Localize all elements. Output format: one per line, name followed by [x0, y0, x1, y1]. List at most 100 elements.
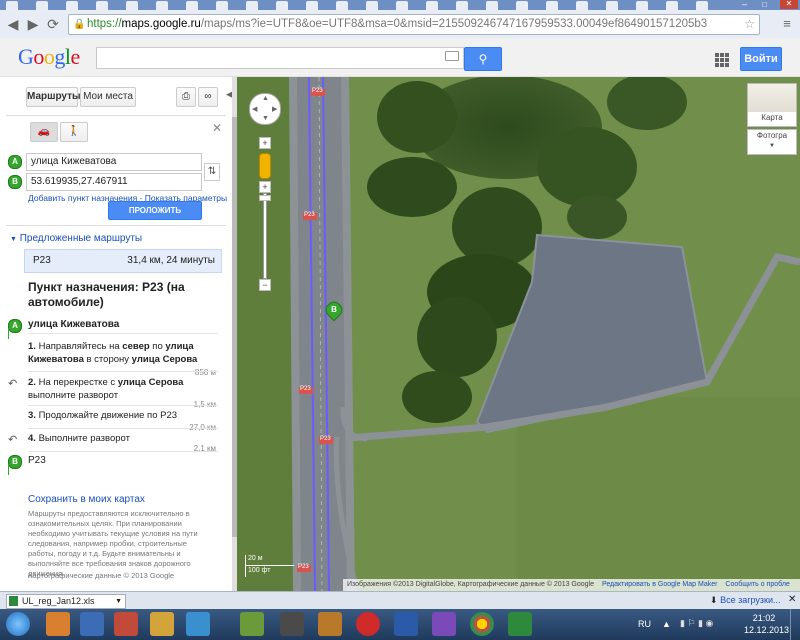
save-to-my-maps-link[interactable]: Сохранить в моих картах — [28, 494, 145, 505]
back-icon[interactable]: ◀ — [4, 15, 22, 33]
print-icon[interactable]: ⎙ — [176, 87, 196, 107]
pan-down-icon[interactable]: ▼ — [262, 115, 269, 122]
tab-favicon[interactable] — [216, 1, 228, 10]
clock[interactable]: 21:02 12.12.2013 — [744, 612, 789, 636]
map-canvas[interactable]: P23 P23 P23 P23 P23 B ▲ ▼ ◀ ▶ + + − Карт… — [237, 77, 800, 591]
opera-icon[interactable] — [356, 612, 380, 636]
tab-favicon[interactable] — [66, 1, 78, 10]
map-type-map-button[interactable]: Карта — [747, 83, 797, 127]
suggested-routes-header[interactable]: ▼ Предложенные маршруты — [10, 233, 142, 244]
tab-directions[interactable]: Маршруты — [26, 87, 81, 107]
close-icon[interactable]: ✕ — [212, 121, 222, 135]
tab-favicon[interactable] — [186, 1, 198, 10]
taskbar-app-icon[interactable] — [150, 612, 174, 636]
from-field[interactable]: улица Кижеватова — [26, 153, 202, 171]
zoom-slider-track[interactable] — [263, 193, 267, 279]
zoom-out-icon[interactable]: − — [259, 279, 271, 291]
tab-favicon[interactable] — [6, 1, 18, 10]
tab-my-places[interactable]: Мои места — [80, 87, 136, 107]
zoom-slider-thumb[interactable] — [259, 195, 271, 201]
excel-icon[interactable] — [508, 612, 532, 636]
address-bar[interactable]: 🔒 https://maps.google.ru/maps/ms?ie=UTF8… — [68, 14, 760, 35]
reload-icon[interactable]: ⟳ — [44, 15, 62, 33]
star-icon[interactable]: ☆ — [744, 15, 755, 34]
keyboard-icon[interactable] — [445, 51, 459, 61]
tab-favicon[interactable] — [96, 1, 108, 10]
minimize-icon[interactable]: – — [742, 0, 747, 9]
walk-mode-button[interactable]: 🚶 — [60, 122, 88, 142]
step-bold: улица Серова — [131, 354, 198, 365]
tab-favicon[interactable] — [606, 1, 618, 10]
search-input[interactable] — [96, 47, 464, 69]
google-logo[interactable]: Google — [18, 44, 80, 70]
start-button-icon[interactable] — [6, 612, 30, 636]
report-problem-link[interactable]: Сообщить о пробле — [725, 581, 789, 588]
tray-icons[interactable]: ▮ ⚐ ▮ ◉ — [680, 618, 730, 630]
close-download-bar-icon[interactable]: ✕ — [788, 594, 796, 605]
apps-grid-icon[interactable] — [715, 53, 729, 67]
tab-favicon[interactable] — [576, 1, 588, 10]
forward-icon[interactable]: ▶ — [24, 15, 42, 33]
browser-tab-strip: – □ ✕ — [0, 0, 800, 10]
chevron-down-icon[interactable]: ▼ — [115, 595, 122, 608]
link-icon[interactable]: ∞ — [198, 87, 218, 107]
direction-step[interactable]: 4. Выполните разворот — [28, 432, 198, 445]
pegman-icon[interactable] — [259, 153, 271, 179]
word-icon[interactable] — [394, 612, 418, 636]
tab-favicon[interactable] — [366, 1, 378, 10]
tab-favicon[interactable] — [486, 1, 498, 10]
tab-favicon[interactable] — [666, 1, 678, 10]
tab-favicon[interactable] — [516, 1, 528, 10]
language-indicator[interactable]: RU — [638, 619, 651, 629]
taskbar-app-icon[interactable] — [432, 612, 456, 636]
zoom-slider-plus-icon[interactable]: + — [259, 181, 271, 193]
tab-favicon[interactable] — [696, 1, 708, 10]
tab-favicon[interactable] — [426, 1, 438, 10]
route-option[interactable]: P23 31,4 км, 24 минуты — [24, 249, 222, 273]
direction-step[interactable]: 3. Продолжайте движение по P23 — [28, 409, 198, 422]
taskbar-app-icon[interactable] — [240, 612, 264, 636]
show-desktop-button[interactable] — [790, 609, 800, 640]
chevron-down-icon[interactable]: ▼ — [748, 142, 796, 150]
tab-favicon[interactable] — [276, 1, 288, 10]
signin-button[interactable]: Войти — [740, 47, 782, 71]
pan-left-icon[interactable]: ◀ — [252, 105, 257, 113]
tab-favicon[interactable] — [396, 1, 408, 10]
all-downloads-link[interactable]: ⬇ Все загрузки... — [710, 595, 780, 606]
tab-favicon[interactable] — [246, 1, 258, 10]
taskbar-app-icon[interactable] — [280, 612, 304, 636]
taskbar-app-icon[interactable] — [46, 612, 70, 636]
pan-up-icon[interactable]: ▲ — [262, 95, 269, 102]
tab-favicon[interactable] — [126, 1, 138, 10]
zoom-in-icon[interactable]: + — [259, 137, 271, 149]
pan-control[interactable]: ▲ ▼ ◀ ▶ — [249, 93, 281, 125]
search-button[interactable]: ⚲ — [464, 47, 502, 71]
tray-expand-icon[interactable]: ▲ — [662, 619, 671, 629]
direction-step[interactable]: 2. На перекрестке с улица Серова выполни… — [28, 376, 198, 402]
tab-favicon[interactable] — [456, 1, 468, 10]
direction-step[interactable]: 1. Направляйтесь на север по улица Кижев… — [28, 340, 198, 366]
tab-favicon[interactable] — [546, 1, 558, 10]
taskbar-app-icon[interactable] — [186, 612, 210, 636]
close-icon[interactable]: ✕ — [780, 0, 798, 9]
maximize-icon[interactable]: □ — [762, 0, 767, 9]
menu-icon[interactable]: ≡ — [778, 15, 796, 33]
tab-favicon[interactable] — [336, 1, 348, 10]
taskbar-app-icon[interactable] — [318, 612, 342, 636]
get-directions-button[interactable]: ПРОЛОЖИТЬ МАРШРУТ — [108, 201, 202, 232]
swap-icon[interactable]: ⇅ — [204, 163, 220, 181]
tab-favicon[interactable] — [636, 1, 648, 10]
tab-favicon[interactable] — [306, 1, 318, 10]
taskbar-app-icon[interactable] — [114, 612, 138, 636]
chrome-icon[interactable] — [470, 612, 494, 636]
tab-favicon[interactable] — [156, 1, 168, 10]
tab-favicon[interactable] — [36, 1, 48, 10]
map-type-photo-button[interactable]: Фотогра ▼ — [747, 129, 797, 155]
taskbar-app-icon[interactable] — [80, 612, 104, 636]
step-text: Продолжайте движение по — [38, 410, 161, 421]
download-item[interactable]: UL_reg_Jan12.xls ▼ — [6, 594, 126, 609]
map-maker-link[interactable]: Редактировать в Google Map Maker — [602, 581, 718, 588]
car-mode-button[interactable]: 🚗 — [30, 122, 58, 142]
pan-right-icon[interactable]: ▶ — [272, 105, 277, 113]
to-field[interactable]: 53.619935,27.467911 — [26, 173, 202, 191]
